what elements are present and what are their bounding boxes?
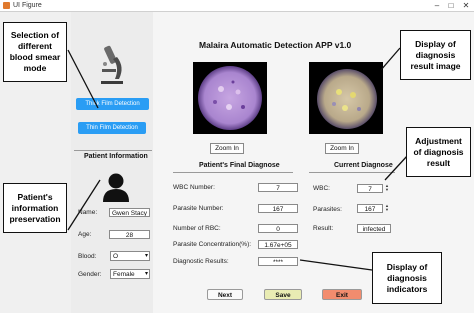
callout-line: Display of	[415, 38, 456, 49]
callout-line: different	[17, 41, 52, 51]
callout-line: Display of	[386, 261, 428, 272]
callout-line: of diagnosis	[413, 146, 464, 157]
callout-line: Patient's	[17, 191, 53, 202]
callout-line: diagnosis	[387, 272, 427, 283]
callout-line: information	[11, 202, 59, 213]
callout-smear-mode: Selection of different blood smear mode	[3, 22, 67, 82]
callout-line: result	[426, 157, 451, 168]
callout-line: mode	[23, 63, 47, 73]
callout-line: Adjustment	[415, 135, 462, 146]
callout-line: preservation	[9, 213, 61, 224]
ui-figure-window: UI Figure – □ ✕ Thick Film Detection Thi…	[0, 0, 474, 313]
callout-indicators: Display of diagnosis indicators	[372, 252, 442, 304]
callout-adjustment: Adjustment of diagnosis result	[406, 127, 471, 177]
callout-line: diagnosis	[415, 49, 456, 60]
callout-line: indicators	[386, 283, 428, 294]
callout-patient-info: Patient's information preservation	[3, 183, 67, 233]
callout-result-image: Display of diagnosis result image	[400, 30, 471, 80]
callout-line: result image	[410, 60, 461, 71]
callout-line: Selection of	[10, 30, 60, 40]
callout-line: blood smear	[9, 52, 61, 62]
